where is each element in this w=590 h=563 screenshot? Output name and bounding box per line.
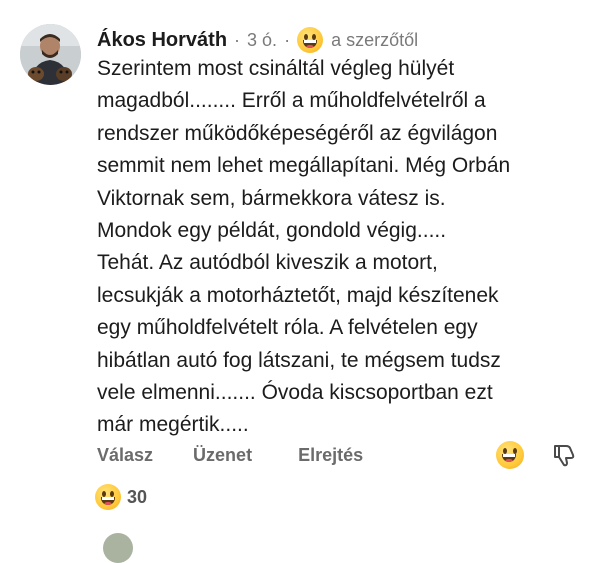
- reply-button[interactable]: Válasz: [97, 445, 153, 466]
- hide-button[interactable]: Elrejtés: [298, 445, 363, 466]
- comment-header: Ákos Horváth · 3 ó. · a szerzőtől: [97, 26, 424, 54]
- author-badge: a szerzőtől: [331, 29, 419, 50]
- author-avatar[interactable]: [20, 24, 81, 85]
- comment-actions: Válasz Üzenet Elrejtés: [97, 440, 577, 470]
- comment-body: Szerintem most csináltál végleg hülyét m…: [97, 57, 511, 437]
- comment-time[interactable]: 3 ó.: [247, 30, 277, 51]
- next-comment-avatar[interactable]: [103, 533, 133, 563]
- reaction-count: 30: [127, 486, 148, 507]
- grinning-face-icon[interactable]: [496, 441, 524, 469]
- separator-dot: ·: [234, 29, 241, 50]
- author-name[interactable]: Ákos Horváth: [97, 29, 227, 52]
- reaction-summary[interactable]: 30: [95, 482, 147, 512]
- separator-dot: ·: [284, 29, 291, 50]
- grinning-face-icon: [95, 484, 121, 510]
- message-button[interactable]: Üzenet: [193, 445, 252, 466]
- grinning-face-icon: [297, 27, 324, 53]
- avatar-photo: [20, 24, 81, 85]
- thumbs-down-icon[interactable]: [551, 442, 577, 468]
